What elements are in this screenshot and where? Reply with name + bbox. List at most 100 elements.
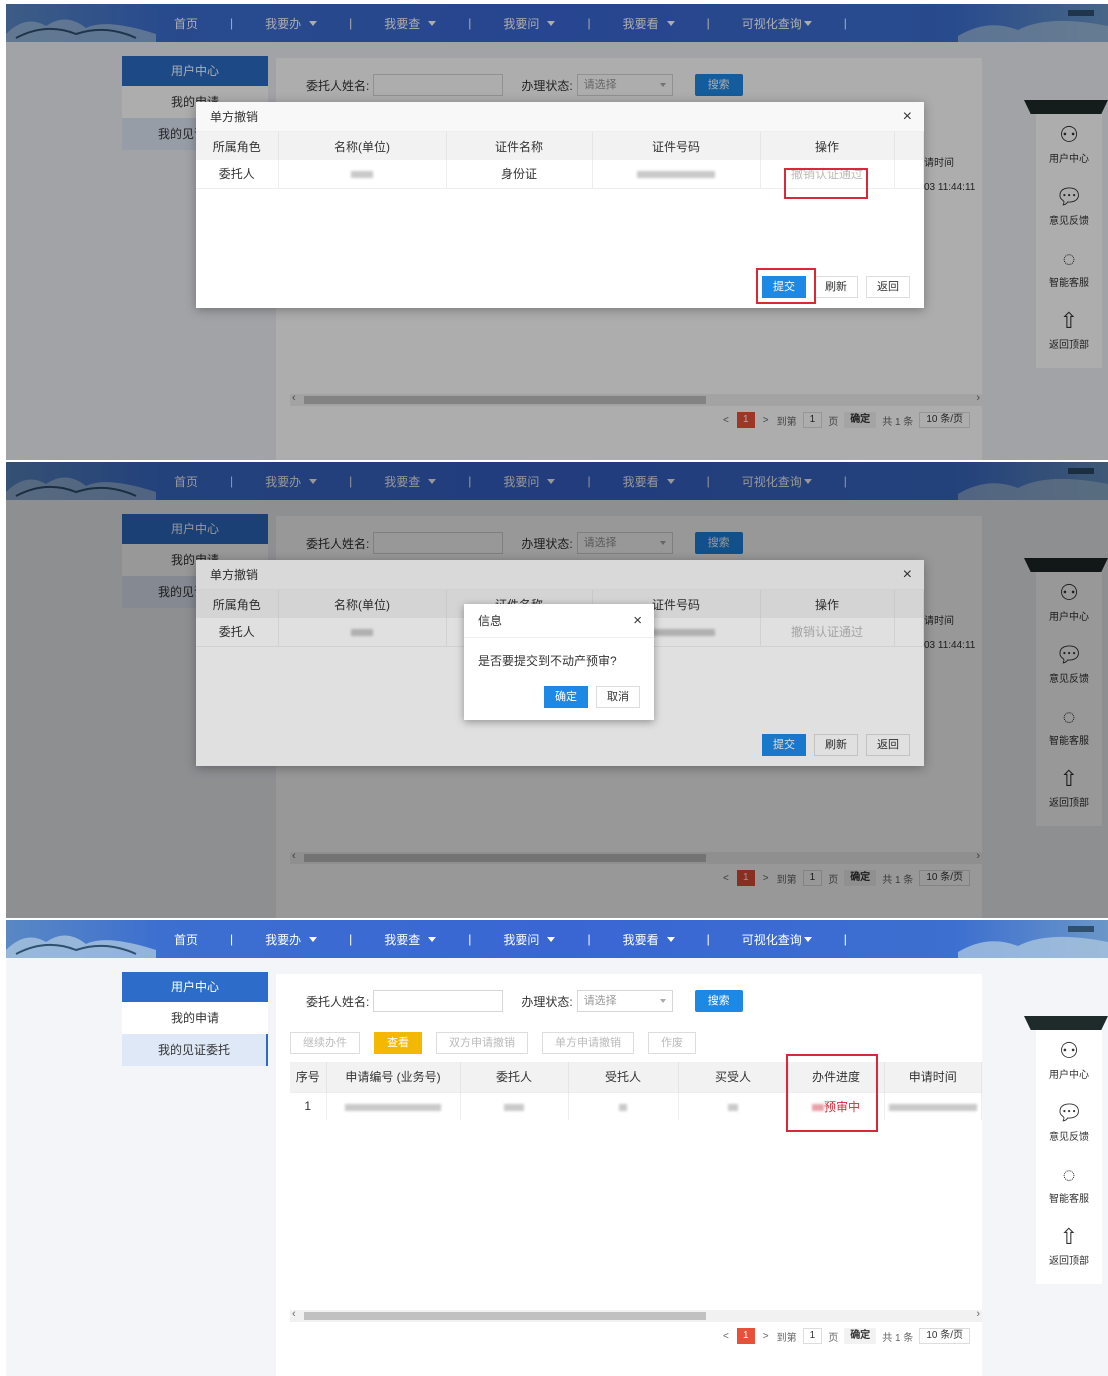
continue-button[interactable]: 继续办件 xyxy=(290,1032,360,1054)
scroll-right-icon[interactable]: › xyxy=(976,1308,980,1320)
col-apply-time: 申请时间 xyxy=(884,1062,982,1092)
float-feedback[interactable]: 💬︎ 意见反馈 xyxy=(1036,1098,1102,1160)
col-client: 委托人 xyxy=(460,1062,569,1092)
message-text: 是否要提交到不动产预审? xyxy=(478,654,617,668)
refresh-button[interactable]: 刷新 xyxy=(814,276,858,298)
dialog-title: 单方撤销 xyxy=(210,110,259,124)
nav-ask[interactable]: 我要问 xyxy=(503,931,556,948)
redacted-app-no xyxy=(345,1103,441,1111)
col-index: 序号 xyxy=(290,1062,327,1092)
message-title: 信息 xyxy=(478,614,503,628)
page-size-select[interactable]: 10 条/页 xyxy=(919,1328,970,1344)
client-name-label: 委托人姓名: xyxy=(306,994,370,1009)
prev-page-icon[interactable]: < xyxy=(723,1331,729,1342)
sidebar-item-my-witness[interactable]: 我的见证委托 xyxy=(122,1034,268,1066)
nav-query[interactable]: 我要查 xyxy=(384,931,437,948)
search-row: 委托人姓名: 办理状态: 请选择 搜索 xyxy=(306,990,743,1012)
revoke-dialog: 单方撤销 × 所属角色 名称(单位) 证件名称 证件号码 操作 委托人 身份证 … xyxy=(196,102,924,308)
redacted-client xyxy=(504,1103,524,1111)
void-button[interactable]: 作废 xyxy=(648,1032,696,1054)
col-role: 所属角色 xyxy=(196,132,279,160)
float-smart-service[interactable]: ◌ 智能客服 xyxy=(1036,1160,1102,1222)
redacted-trustee xyxy=(619,1103,627,1111)
cert-type-cell: 身份证 xyxy=(446,160,593,189)
sidebar-header: 用户中心 xyxy=(122,972,268,1002)
caret-down-icon xyxy=(309,936,318,942)
nav-visual-query[interactable]: 可视化查询 xyxy=(742,931,812,948)
view-button[interactable]: 查看 xyxy=(374,1032,422,1054)
screenshot-panel-3: 首页 | 我要办 | 我要查 | 我要问 | 我要看 | 可视化查询 | 用户中… xyxy=(6,920,1108,1376)
message-header: 信息 × xyxy=(464,604,654,638)
highlight-box-progress xyxy=(786,1054,878,1132)
nav-separator: | xyxy=(230,932,234,946)
landscape-decoration-right xyxy=(958,926,1108,958)
col-cert-type: 证件名称 xyxy=(446,132,593,160)
nav-view[interactable]: 我要看 xyxy=(623,931,675,948)
close-icon[interactable]: × xyxy=(633,604,642,638)
col-name: 名称(单位) xyxy=(278,132,447,160)
back-button[interactable]: 返回 xyxy=(866,276,910,298)
redacted-cert-no xyxy=(637,171,715,179)
col-trustee: 受托人 xyxy=(568,1062,679,1092)
goto-confirm-button[interactable]: 确定 xyxy=(844,1328,877,1344)
client-name-input[interactable] xyxy=(373,990,504,1012)
float-user-center[interactable]: ⚇ 用户中心 xyxy=(1036,1036,1102,1098)
caret-down-icon xyxy=(803,936,812,942)
next-page-icon[interactable]: > xyxy=(763,1331,769,1342)
sidebar: 用户中心 我的申请 我的见证委托 xyxy=(122,972,268,1066)
top-nav-bar: 首页 | 我要办 | 我要查 | 我要问 | 我要看 | 可视化查询 | xyxy=(6,920,1108,958)
col-app-no: 申请编号 (业务号) xyxy=(326,1062,461,1092)
caret-down-icon xyxy=(428,936,437,942)
unilateral-revoke-button[interactable]: 单方申请撤销 xyxy=(542,1032,634,1054)
screenshot-panel-2: 首页 | 我要办 | 我要查 | 我要问 | 我要看 | 可视化查询 | 用户中… xyxy=(6,462,1108,918)
horizontal-scrollbar[interactable]: ‹ › xyxy=(290,1308,982,1322)
caret-down-icon xyxy=(666,936,675,942)
nav-separator: | xyxy=(706,932,710,946)
content-area: 委托人姓名: 办理状态: 请选择 搜索 继续办件 查看 双方申请撤销 单方申请撤… xyxy=(276,974,982,1376)
role-cell: 委托人 xyxy=(196,160,279,189)
ok-button[interactable]: 确定 xyxy=(544,686,588,708)
col-action: 操作 xyxy=(760,132,895,160)
page-unit-label: 页 xyxy=(828,1332,839,1344)
dialog-header: 单方撤销 × xyxy=(196,102,924,132)
status-select[interactable]: 请选择 xyxy=(576,990,673,1012)
user-icon: ⚇ xyxy=(1059,1038,1079,1063)
confirm-message-box: 信息 × 是否要提交到不动产预审? 确定 取消 xyxy=(464,604,654,720)
goto-label: 到第 xyxy=(776,1332,797,1344)
cancel-button[interactable]: 取消 xyxy=(596,686,640,708)
chat-icon: 💬︎ xyxy=(1055,1100,1083,1125)
caret-down-icon xyxy=(547,936,556,942)
index-cell: 1 xyxy=(290,1091,327,1120)
redacted-name xyxy=(351,171,373,179)
float-back-to-top[interactable]: ⇧ 返回顶部 xyxy=(1036,1222,1102,1284)
nav-separator: | xyxy=(843,932,847,946)
scroll-left-icon[interactable]: ‹ xyxy=(292,1308,296,1320)
goto-input[interactable]: 1 xyxy=(802,1328,823,1344)
nav-home[interactable]: 首页 xyxy=(174,931,198,948)
float-toolbar: ⚇ 用户中心 💬︎ 意见反馈 ◌ 智能客服 ⇧ 返回顶部 xyxy=(1036,1030,1102,1284)
nav-separator: | xyxy=(349,932,353,946)
nav-separator: | xyxy=(468,932,472,946)
headset-icon: ◌ xyxy=(1062,1162,1076,1187)
float-roof-decoration xyxy=(1024,1016,1108,1030)
scroll-thumb[interactable] xyxy=(304,1312,706,1320)
close-icon[interactable]: × xyxy=(903,102,912,132)
page-number[interactable]: 1 xyxy=(736,1328,755,1344)
highlight-box-submit xyxy=(756,268,816,304)
total-count: 共 1 条 xyxy=(882,1332,914,1344)
mutual-revoke-button[interactable]: 双方申请撤销 xyxy=(436,1032,528,1054)
sidebar-item-my-applications[interactable]: 我的申请 xyxy=(122,1002,268,1034)
redacted-apply-time xyxy=(888,1103,977,1111)
col-buyer: 买受人 xyxy=(678,1062,789,1092)
highlight-box-action xyxy=(784,168,868,199)
application-table: 序号 申请编号 (业务号) 委托人 受托人 买受人 办件进度 申请时间 1 预审… xyxy=(290,1062,982,1120)
col-cert-no: 证件号码 xyxy=(592,132,761,160)
search-button[interactable]: 搜索 xyxy=(694,990,743,1012)
nav-separator: | xyxy=(587,932,591,946)
status-label: 办理状态: xyxy=(521,994,573,1009)
action-toolbar: 继续办件 查看 双方申请撤销 单方申请撤销 作废 xyxy=(290,1032,710,1054)
landscape-decoration-left xyxy=(6,935,156,958)
arrow-up-icon: ⇧ xyxy=(1059,1224,1079,1249)
message-buttons: 确定 取消 xyxy=(536,686,640,708)
nav-handle[interactable]: 我要办 xyxy=(265,931,318,948)
